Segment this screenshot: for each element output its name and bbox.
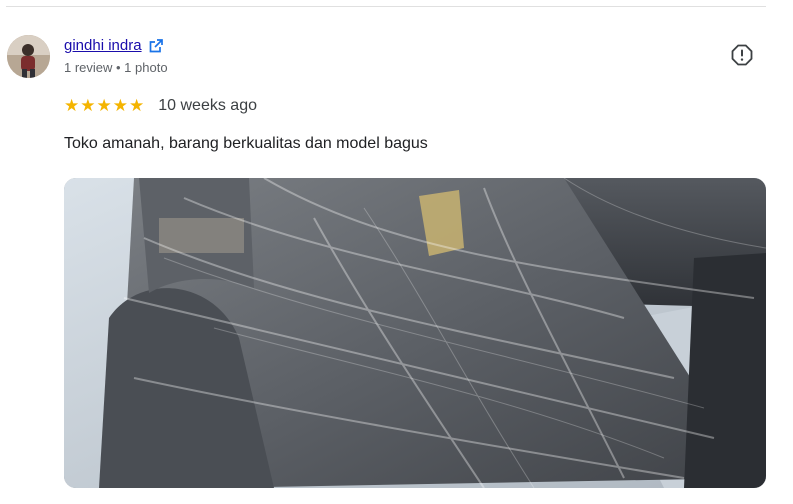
top-divider xyxy=(6,6,766,7)
review-photo[interactable] xyxy=(64,178,766,488)
reviewer-avatar[interactable] xyxy=(7,35,50,78)
star-rating: ★ ★ ★ ★ ★ xyxy=(64,97,144,115)
star-icon: ★ xyxy=(96,96,112,115)
external-link-icon[interactable] xyxy=(148,38,164,54)
star-icon: ★ xyxy=(112,96,128,115)
rating-row: ★ ★ ★ ★ ★ 10 weeks ago xyxy=(64,97,257,115)
reviewer-name-row: gindhi indra xyxy=(64,37,164,55)
report-review-button[interactable] xyxy=(728,41,756,69)
reviewer-meta: 1 review • 1 photo xyxy=(64,60,168,75)
star-icon: ★ xyxy=(80,96,96,115)
review-text: Toko amanah, barang berkualitas dan mode… xyxy=(64,135,428,152)
review-date: 10 weeks ago xyxy=(158,97,257,114)
star-icon: ★ xyxy=(64,96,80,115)
report-flag-icon xyxy=(731,44,753,66)
reviewer-name-link[interactable]: gindhi indra xyxy=(64,37,142,55)
star-icon: ★ xyxy=(129,96,145,115)
